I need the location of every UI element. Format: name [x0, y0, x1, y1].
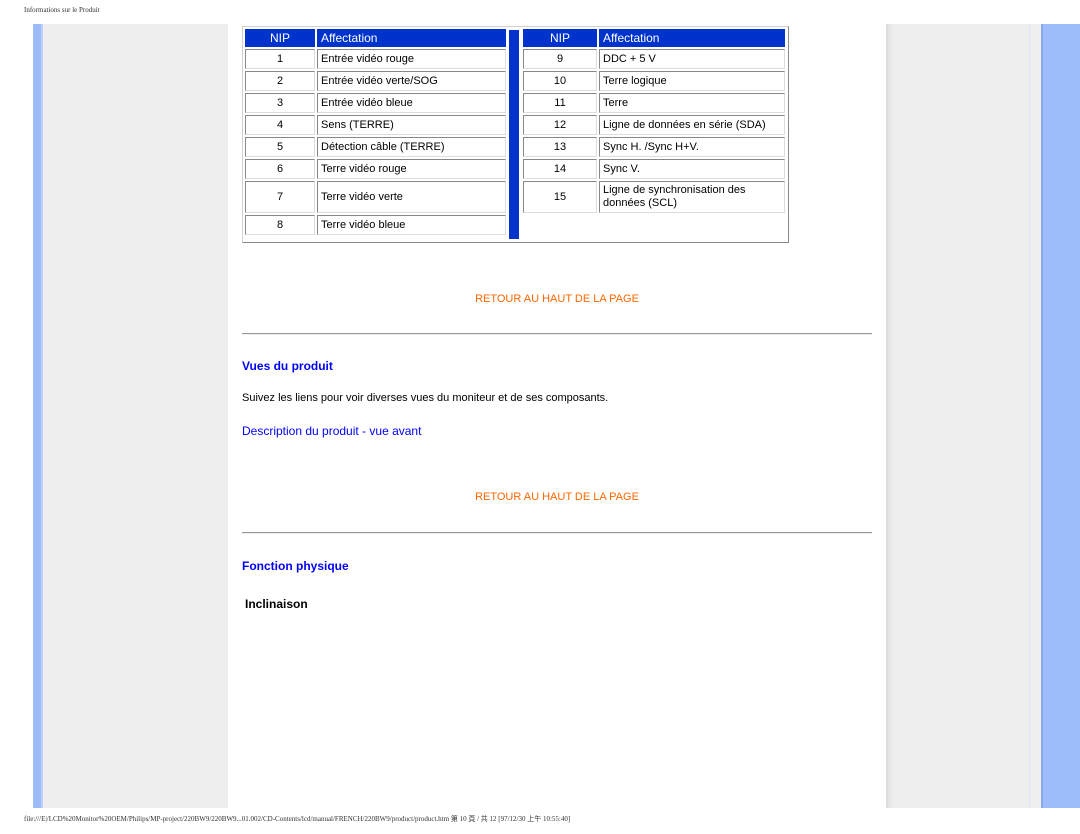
- table-row: 9 DDC + 5 V: [523, 49, 785, 69]
- pin-number: 15: [523, 181, 597, 213]
- pin-label: Ligne de données en série (SDA): [599, 115, 785, 135]
- section-title-physical: Fonction physique: [242, 559, 349, 573]
- pin-number: 5: [245, 137, 315, 157]
- left-frame-panel: [43, 24, 228, 808]
- pin-number: 12: [523, 115, 597, 135]
- pin-number: 7: [245, 181, 315, 213]
- table-row: 12 Ligne de données en série (SDA): [523, 115, 785, 135]
- pin-number: 2: [245, 71, 315, 91]
- affectation-header: Affectation: [599, 29, 785, 47]
- pin-number: 6: [245, 159, 315, 179]
- table-row: 15 Ligne de synchronisation des données (…: [523, 181, 785, 213]
- pin-label: Entrée vidéo rouge: [317, 49, 506, 69]
- pin-number: 14: [523, 159, 597, 179]
- pin-number: 11: [523, 93, 597, 113]
- table-row: 2 Entrée vidéo verte/SOG: [245, 71, 506, 91]
- pin-label: Terre vidéo bleue: [317, 215, 506, 235]
- pin-table-right: NIP Affectation 9 DDC + 5 V 10 Terre logiq…: [521, 27, 787, 215]
- table-row: 10 Terre logique: [523, 71, 785, 91]
- print-footer: file:///E|/LCD%20Monitor%20OEM/Philips/M…: [24, 815, 571, 823]
- table-row: 8 Terre vidéo bleue: [245, 215, 506, 235]
- pin-number: 4: [245, 115, 315, 135]
- front-view-link[interactable]: Description du produit - vue avant: [242, 424, 421, 438]
- table-row: 14 Sync V.: [523, 159, 785, 179]
- pin-table-left: NIP Affectation 1 Entrée vidéo rouge 2 Ent…: [243, 27, 508, 237]
- nip-header: NIP: [523, 29, 597, 47]
- pin-label: Terre logique: [599, 71, 785, 91]
- pin-label: DDC + 5 V: [599, 49, 785, 69]
- pin-label: Entrée vidéo verte/SOG: [317, 71, 506, 91]
- tilt-subtitle: Inclinaison: [245, 597, 308, 611]
- table-row: 13 Sync H. /Sync H+V.: [523, 137, 785, 157]
- divider: [242, 532, 872, 534]
- table-row: 6 Terre vidéo rouge: [245, 159, 506, 179]
- pin-label: Sens (TERRE): [317, 115, 506, 135]
- table-row: 4 Sens (TERRE): [245, 115, 506, 135]
- pin-number: 3: [245, 93, 315, 113]
- left-frame-bar: [33, 24, 43, 808]
- pin-number: 13: [523, 137, 597, 157]
- section-title-views: Vues du produit: [242, 359, 333, 373]
- pin-number: 8: [245, 215, 315, 235]
- table-row: 11 Terre: [523, 93, 785, 113]
- back-to-top-link[interactable]: RETOUR AU HAUT DE LA PAGE: [242, 491, 872, 503]
- pin-label: Sync H. /Sync H+V.: [599, 137, 785, 157]
- table-row: 1 Entrée vidéo rouge: [245, 49, 506, 69]
- pin-label: Terre vidéo rouge: [317, 159, 506, 179]
- table-row: 5 Détection câble (TERRE): [245, 137, 506, 157]
- pin-label: Détection câble (TERRE): [317, 137, 506, 157]
- pin-label: Sync V.: [599, 159, 785, 179]
- back-to-top-link[interactable]: RETOUR AU HAUT DE LA PAGE: [242, 293, 872, 305]
- table-row: 3 Entrée vidéo bleue: [245, 93, 506, 113]
- pin-number: 9: [523, 49, 597, 69]
- pin-label: Entrée vidéo bleue: [317, 93, 506, 113]
- table-row: 7 Terre vidéo verte: [245, 181, 506, 213]
- affectation-header: Affectation: [317, 29, 506, 47]
- right-frame-panel: [886, 24, 1029, 808]
- pin-label: Terre vidéo verte: [317, 181, 506, 213]
- print-header: Informations sur le Produit: [24, 6, 100, 14]
- pin-label: Ligne de synchronisation des données (SC…: [599, 181, 785, 213]
- pin-assignment-table: NIP Affectation 1 Entrée vidéo rouge 2 Ent…: [242, 26, 789, 243]
- right-frame-bar: [1041, 24, 1080, 808]
- divider: [242, 333, 872, 335]
- nip-header: NIP: [245, 29, 315, 47]
- pin-number: 1: [245, 49, 315, 69]
- views-description: Suivez les liens pour voir diverses vues…: [242, 392, 609, 404]
- pin-label: Terre: [599, 93, 785, 113]
- pin-number: 10: [523, 71, 597, 91]
- table-divider-bar: [509, 30, 519, 239]
